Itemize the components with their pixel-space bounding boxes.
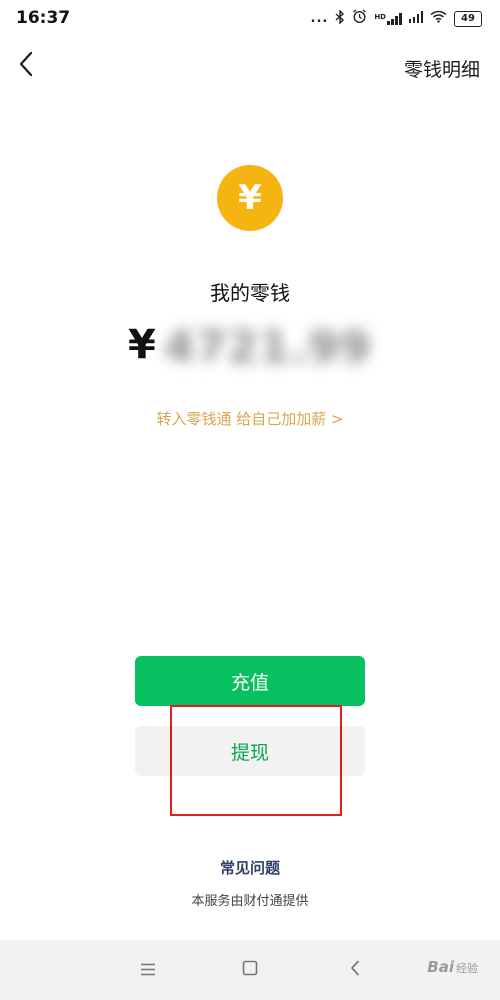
wifi-icon (430, 10, 447, 27)
back-button[interactable] (10, 50, 42, 82)
battery-icon: 49 (454, 10, 482, 27)
baidu-watermark: Bai 经验 (427, 958, 478, 976)
bluetooth-icon (335, 8, 345, 28)
signal-hd-icon: HD (374, 12, 402, 25)
currency-symbol: ¥ (128, 322, 156, 368)
promo-link[interactable]: 转入零钱通 给自己加加薪 > (0, 408, 500, 429)
coin-symbol: ¥ (238, 178, 262, 218)
balance-label: 我的零钱 (210, 281, 290, 305)
hd-label: HD (374, 12, 386, 21)
wallet-screen: 16:37 ... HD 49 零钱明细 ¥ 我的零钱 ¥ 4721.99 转入… (0, 0, 500, 1000)
yuan-coin-icon: ¥ (217, 165, 283, 231)
alarm-icon (352, 9, 367, 28)
balance-amount: 4721.99 (164, 322, 372, 373)
menu-icon (140, 961, 156, 980)
status-icons: ... HD 49 (310, 8, 482, 28)
nav-menu-button[interactable] (135, 957, 161, 983)
chevron-left-icon (18, 51, 34, 81)
recharge-button[interactable]: 充值 (135, 656, 365, 706)
system-nav-bar: Bai 经验 (0, 940, 500, 1000)
nav-home-button[interactable] (237, 957, 263, 983)
watermark-suffix: 经验 (456, 962, 478, 975)
balance-row: ¥ 4721.99 (0, 316, 500, 380)
status-bar: 16:37 ... HD 49 (0, 0, 500, 36)
recharge-button-label: 充值 (230, 671, 269, 694)
nav-back-button[interactable] (342, 957, 368, 983)
signal-icon (408, 10, 423, 27)
square-icon (242, 960, 258, 980)
change-details-link[interactable]: 零钱明细 (404, 55, 480, 82)
status-time: 16:37 (16, 8, 71, 28)
faq-link[interactable]: 常见问题 (0, 857, 500, 878)
provider-note: 本服务由财付通提供 (191, 894, 309, 909)
page-header: 零钱明细 (0, 40, 500, 96)
watermark-text: Bai (427, 958, 454, 976)
annotation-highlight-box (170, 705, 342, 816)
more-dots-icon: ... (310, 11, 329, 26)
nav-back-icon (350, 960, 360, 980)
